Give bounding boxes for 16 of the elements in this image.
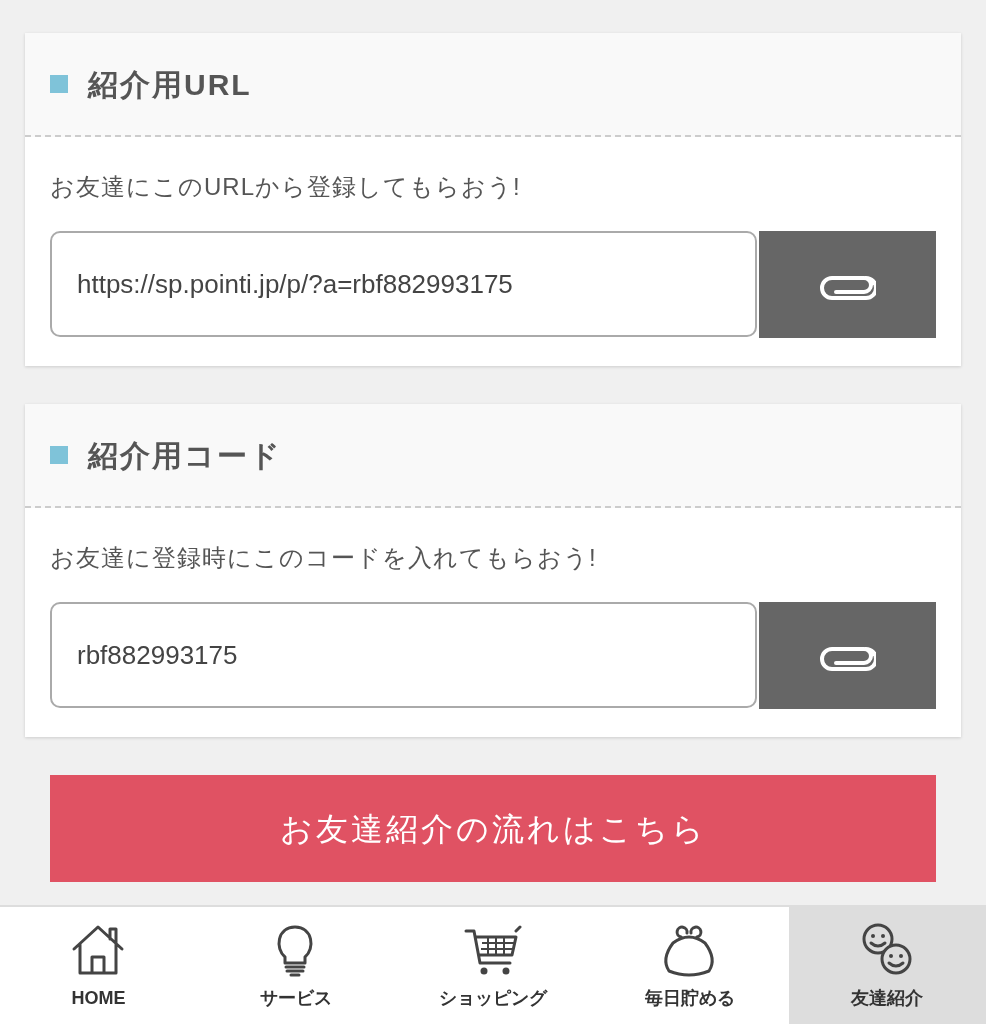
- flow-link-button[interactable]: お友達紹介の流れはこちら: [50, 775, 936, 882]
- url-field[interactable]: https://sp.pointi.jp/p/?a=rbf882993175: [50, 231, 758, 337]
- nav-tab[interactable]: HOME: [0, 907, 198, 1024]
- nav-tab[interactable]: サービス: [197, 907, 395, 1024]
- nav-tab[interactable]: 友達紹介: [788, 907, 986, 1024]
- section-title: 紹介用URL: [88, 66, 252, 103]
- nav-tab[interactable]: ショッピング: [394, 907, 592, 1024]
- description-text: お友達に登録時にこのコードを入れてもらおう!: [49, 543, 598, 573]
- copy-button[interactable]: [759, 231, 936, 338]
- nav-tab[interactable]: 毎日貯める: [591, 907, 789, 1024]
- square-icon: [50, 446, 68, 464]
- description-text: お友達にこのURLから登録してもらおう!: [49, 172, 522, 202]
- copy-button[interactable]: [759, 602, 936, 709]
- square-icon: [50, 75, 68, 93]
- section-title: 紹介用コード: [88, 437, 282, 474]
- url-field[interactable]: rbf882993175: [50, 602, 758, 708]
